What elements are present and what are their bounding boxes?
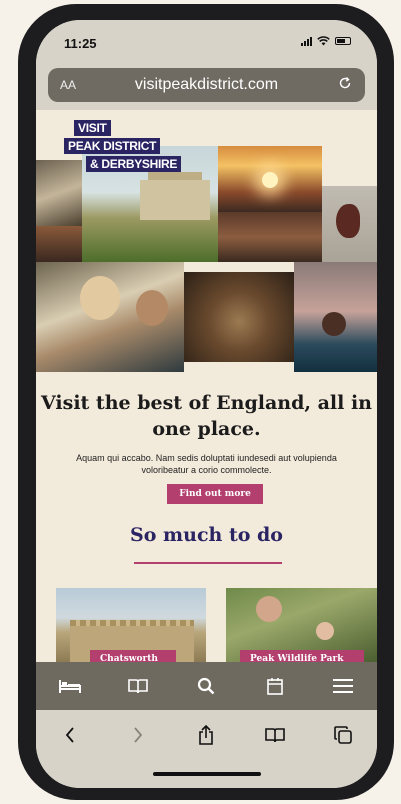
status-bar: 11:25 <box>36 20 377 64</box>
attraction-card-label[interactable]: Chatsworth <box>90 650 176 662</box>
section-title: So much to do <box>130 524 283 546</box>
menu-icon[interactable] <box>329 672 357 700</box>
phone-screen: 11:25 AA visitpeakdistrict.com VISIT PEA… <box>36 20 377 788</box>
browser-toolbar <box>36 710 377 760</box>
theatre-photo <box>184 272 294 362</box>
bed-icon[interactable] <box>56 672 84 700</box>
address-bar-area: AA visitpeakdistrict.com <box>36 64 377 110</box>
home-indicator[interactable] <box>153 772 261 776</box>
attraction-card-label[interactable]: Peak Wildlife Park <box>240 650 364 662</box>
address-bar[interactable]: AA visitpeakdistrict.com <box>48 68 365 102</box>
wifi-icon <box>317 36 330 46</box>
bookmarks-icon[interactable] <box>260 720 290 750</box>
spa-pool-photo <box>294 262 377 372</box>
attraction-card[interactable]: Peak Wildlife Park <box>226 588 377 662</box>
home-indicator-area <box>36 760 377 788</box>
battery-icon <box>335 37 351 45</box>
interior-photo <box>36 226 82 262</box>
open-book-icon[interactable] <box>124 672 152 700</box>
hero-body-text: Aquam qui accabo. Nam sedis doluptati iu… <box>76 453 337 475</box>
calendar-icon[interactable] <box>261 672 289 700</box>
site-bottom-nav <box>36 662 377 710</box>
reload-icon[interactable] <box>337 75 353 91</box>
hero-photo-collage <box>36 146 377 372</box>
logo-line: & DERBYSHIRE <box>86 156 182 172</box>
friends-at-pub-photo <box>36 262 184 372</box>
back-icon[interactable] <box>55 720 85 750</box>
pheasant-photo <box>322 186 377 262</box>
moorland-photo <box>218 212 322 262</box>
system-icons <box>301 36 351 46</box>
sunset-hills-photo <box>218 146 322 212</box>
url-text[interactable]: visitpeakdistrict.com <box>48 76 365 94</box>
page-content: VISIT PEAK DISTRICT & DERBYSHIRE Visit t… <box>36 110 377 662</box>
tabs-icon[interactable] <box>328 720 358 750</box>
share-icon[interactable] <box>191 720 221 750</box>
section-title-underline <box>134 562 282 564</box>
forward-icon[interactable] <box>123 720 153 750</box>
find-out-more-button[interactable]: Find out more <box>167 484 263 504</box>
status-time: 11:25 <box>64 36 97 51</box>
search-icon[interactable] <box>192 672 220 700</box>
logo-line: VISIT <box>74 120 111 136</box>
hero-headline: Visit the best of England, all in one pl… <box>41 392 372 440</box>
signal-icon <box>301 36 312 46</box>
attraction-card[interactable]: Chatsworth <box>56 588 206 662</box>
logo-line: PEAK DISTRICT <box>64 138 161 154</box>
site-logo[interactable]: VISIT PEAK DISTRICT & DERBYSHIRE <box>64 119 182 173</box>
